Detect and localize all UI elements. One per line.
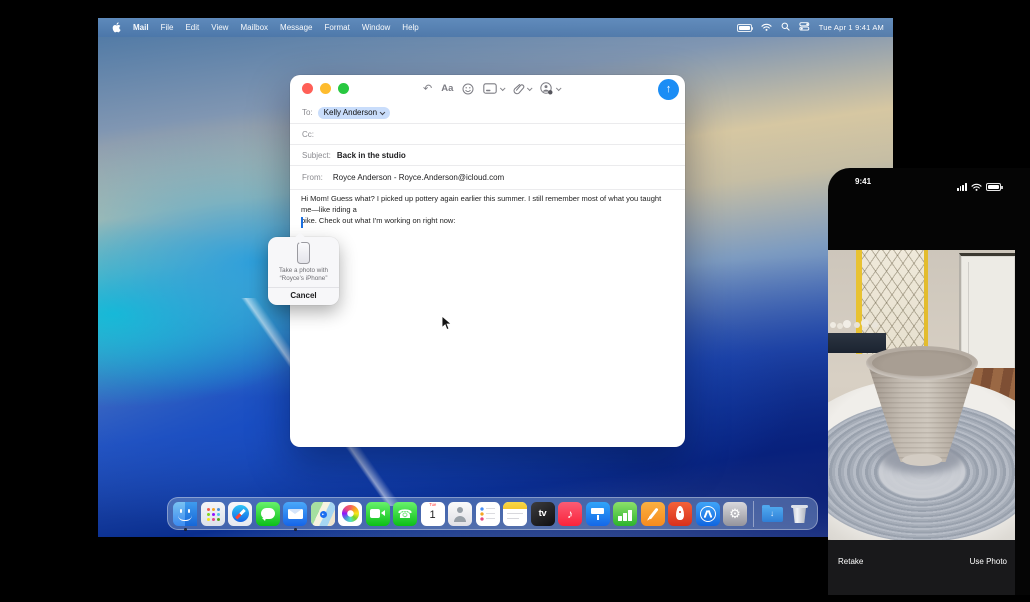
minimize-button[interactable] [320, 83, 331, 94]
menu-message[interactable]: Message [280, 23, 312, 32]
to-field[interactable]: To: Kelly Anderson [290, 102, 685, 124]
dock-trash-icon[interactable] [788, 502, 812, 526]
send-button[interactable]: ↑ [658, 79, 679, 100]
chevron-down-icon [380, 109, 385, 114]
cellular-signal-icon [957, 183, 967, 191]
dock-calendar-icon[interactable]: Tue1 [421, 502, 445, 526]
dock-safari-icon[interactable] [228, 502, 252, 526]
subject-field[interactable]: Subject: Back in the studio [290, 145, 685, 166]
insert-photo-icon[interactable] [540, 82, 560, 95]
use-photo-button[interactable]: Use Photo [970, 557, 1007, 566]
dock-phone-icon[interactable]: ☎ [393, 502, 417, 526]
menu-help[interactable]: Help [402, 23, 418, 32]
from-field[interactable]: From: Royce Anderson - Royce.Anderson@ic… [290, 166, 685, 190]
mac-display: Mail File Edit View Mailbox Message Format Win… [98, 18, 893, 537]
dock-launchpad-icon[interactable] [201, 502, 225, 526]
iphone-camera-overlay: 9:41 Retake Us [828, 168, 1030, 595]
chevron-down-icon [527, 85, 533, 91]
from-value: Royce Anderson - Royce.Anderson@icloud.c… [333, 173, 504, 182]
running-indicator-dot [184, 528, 187, 531]
attach-icon[interactable] [513, 83, 532, 95]
mail-compose-window: ↶ Aa ↑ [290, 75, 685, 447]
mouse-cursor-icon [441, 315, 452, 336]
cc-label: Cc: [302, 130, 314, 139]
dock-numbers-icon[interactable] [613, 502, 637, 526]
camera-preview-photo [828, 250, 1015, 540]
menu-app-name[interactable]: Mail [133, 23, 149, 32]
apple-menu-icon[interactable] [112, 22, 121, 33]
iphone-status-bar: 9:41 [828, 168, 1015, 194]
menu-view[interactable]: View [211, 23, 228, 32]
subject-value: Back in the studio [337, 151, 406, 160]
iphone-clock: 9:41 [855, 177, 871, 186]
menu-bar: Mail File Edit View Mailbox Message Format Win… [98, 18, 893, 37]
dock-reminders-icon[interactable] [476, 502, 500, 526]
emoji-icon[interactable] [462, 83, 474, 95]
search-icon[interactable] [781, 22, 790, 33]
undo-icon[interactable]: ↶ [423, 84, 432, 94]
dock-messages-icon[interactable] [256, 502, 280, 526]
wifi-icon [971, 178, 982, 196]
dock-facetime-icon[interactable] [366, 502, 390, 526]
dark-shelf [828, 333, 886, 353]
menu-window[interactable]: Window [362, 23, 390, 32]
body-line-1: Hi Mom! Guess what? I picked up pottery … [301, 194, 661, 214]
retake-button[interactable]: Retake [838, 557, 863, 566]
text-caret [301, 217, 303, 228]
dock-finder-icon[interactable] [173, 502, 197, 526]
close-button[interactable] [302, 83, 313, 94]
control-center-icon[interactable] [799, 22, 810, 33]
window-controls [302, 83, 349, 94]
compose-toolbar: ↶ Aa [423, 75, 560, 102]
subject-label: Subject: [302, 151, 331, 160]
dock-contacts-icon[interactable] [448, 502, 472, 526]
dock-maps-icon[interactable] [311, 502, 335, 526]
wifi-icon[interactable] [761, 23, 772, 33]
running-indicator-dot [294, 528, 297, 531]
from-label: From: [302, 173, 323, 182]
dock-notes-icon[interactable] [503, 502, 527, 526]
dock-pages-icon[interactable] [641, 502, 665, 526]
menu-bar-clock[interactable]: Tue Apr 1 9:41 AM [819, 23, 884, 32]
battery-icon [986, 183, 1001, 191]
recipient-name: Kelly Anderson [324, 108, 377, 117]
dock-keynote-icon[interactable] [586, 502, 610, 526]
chevron-down-icon [500, 85, 506, 91]
zoom-button[interactable] [338, 83, 349, 94]
menu-mailbox[interactable]: Mailbox [240, 23, 268, 32]
format-icon[interactable]: Aa [441, 83, 453, 94]
menu-edit[interactable]: Edit [185, 23, 199, 32]
popup-text-line2: “Royce’s iPhone” [268, 275, 339, 283]
stationery-icon[interactable] [483, 83, 504, 94]
cc-field[interactable]: Cc: [290, 124, 685, 145]
to-label: To: [302, 108, 313, 117]
chevron-down-icon [556, 85, 562, 91]
dock: ☎Tue1 tv♪ ⚙ ↓ [167, 497, 818, 530]
message-body[interactable]: Hi Mom! Guess what? I picked up pottery … [301, 193, 671, 226]
dock-app-store-icon[interactable] [696, 502, 720, 526]
dock-rocket-icon[interactable] [668, 502, 692, 526]
camera-action-bar: Retake Use Photo [828, 540, 1015, 595]
cancel-button[interactable]: Cancel [268, 288, 339, 303]
dock-downloads-icon[interactable]: ↓ [760, 502, 784, 526]
body-line-2: bike. Check out what I'm working on righ… [301, 216, 455, 225]
iphone-icon [297, 242, 310, 264]
dock-settings-icon[interactable]: ⚙ [723, 502, 747, 526]
dock-divider [753, 501, 754, 527]
dock-photos-icon[interactable] [338, 502, 362, 526]
pottery-on-shelf [830, 322, 836, 328]
take-photo-popup: Take a photo with “Royce’s iPhone” Cance… [268, 237, 339, 305]
dock-tv-icon[interactable]: tv [531, 502, 555, 526]
dock-music-icon[interactable]: ♪ [558, 502, 582, 526]
dock-mail-icon[interactable] [283, 502, 307, 526]
menu-format[interactable]: Format [325, 23, 350, 32]
screenshot-stage: Mail File Edit View Mailbox Message Format Win… [0, 0, 1030, 602]
menu-file[interactable]: File [161, 23, 174, 32]
recipient-token[interactable]: Kelly Anderson [318, 107, 390, 119]
popup-text-line1: Take a photo with [268, 267, 339, 275]
battery-icon[interactable] [737, 24, 752, 32]
